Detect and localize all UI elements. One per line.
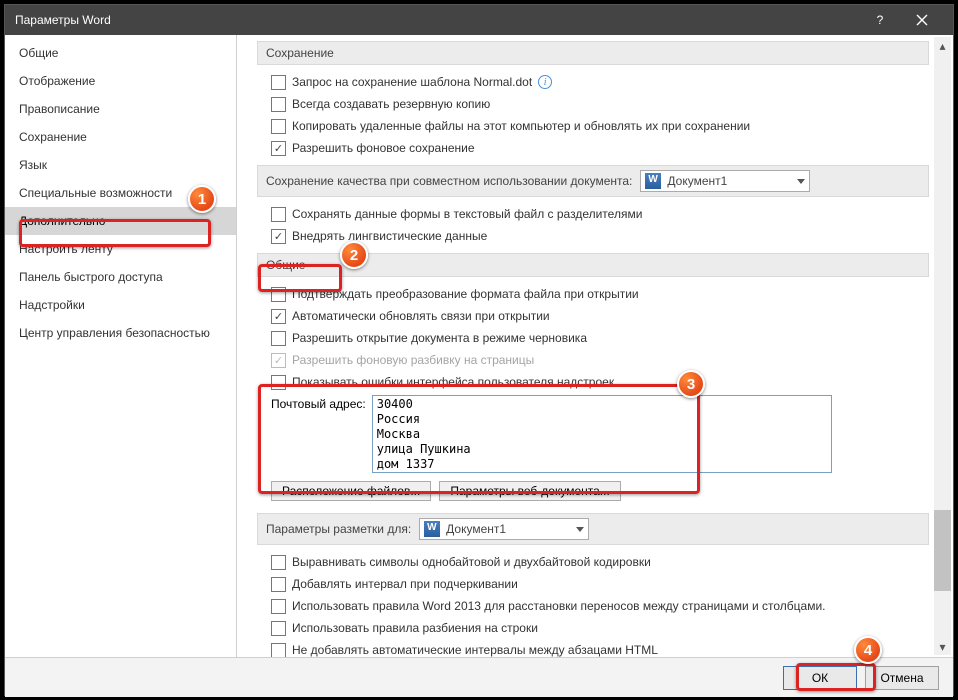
window-title: Параметры Word (15, 13, 859, 27)
sidebar-item-8[interactable]: Панель быстрого доступа (5, 263, 236, 291)
section-quality-label: Сохранение качества при совместном испол… (266, 174, 632, 188)
checkbox[interactable] (271, 97, 286, 112)
doc-icon (645, 173, 661, 189)
chevron-down-icon (576, 527, 584, 532)
layout-doc-name: Документ1 (446, 522, 506, 536)
sidebar-item-4[interactable]: Язык (5, 151, 236, 179)
sidebar-item-1[interactable]: Отображение (5, 67, 236, 95)
callout-4: 4 (854, 636, 882, 664)
mail-address-row: Почтовый адрес: (257, 393, 929, 475)
option-label: Сохранять данные формы в текстовый файл … (292, 207, 642, 221)
sidebar-item-10[interactable]: Центр управления безопасностью (5, 319, 236, 347)
sidebar-item-7[interactable]: Настроить ленту (5, 235, 236, 263)
checkbox[interactable] (271, 119, 286, 134)
checkbox[interactable] (271, 207, 286, 222)
sidebar-item-0[interactable]: Общие (5, 39, 236, 67)
mail-address-input[interactable] (372, 395, 832, 473)
callout-2: 2 (340, 241, 368, 269)
checkbox[interactable] (271, 309, 286, 324)
option-row: Разрешить открытие документа в режиме че… (257, 327, 929, 349)
dialog-footer: ОК Отмена (5, 657, 953, 697)
content-pane: Сохранение Запрос на сохранение шаблона … (237, 35, 953, 657)
chevron-down-icon (797, 179, 805, 184)
option-row: Всегда создавать резервную копию (257, 93, 929, 115)
sidebar: ОбщиеОтображениеПравописаниеСохранениеЯз… (5, 35, 237, 657)
option-label: Использовать правила Word 2013 для расст… (292, 599, 826, 613)
section-layout: Параметры разметки для: Документ1 (257, 513, 929, 545)
sidebar-item-9[interactable]: Надстройки (5, 291, 236, 319)
option-label: Копировать удаленные файлы на этот компь… (292, 119, 750, 133)
checkbox[interactable] (271, 75, 286, 90)
titlebar: Параметры Word ? (5, 5, 953, 35)
doc-icon (424, 521, 440, 537)
option-row: Автоматически обновлять связи при открыт… (257, 305, 929, 327)
vertical-scrollbar[interactable]: ▴ ▾ (934, 37, 951, 655)
callout-3: 3 (677, 370, 705, 398)
section-layout-label: Параметры разметки для: (266, 522, 411, 536)
web-doc-options-button[interactable]: Параметры веб-документа... (439, 481, 620, 501)
info-icon[interactable]: i (538, 75, 552, 89)
option-row: Использовать правила Word 2013 для расст… (257, 595, 929, 617)
option-label: Показывать ошибки интерфейса пользовател… (292, 375, 614, 389)
cancel-button[interactable]: Отмена (865, 666, 939, 690)
option-row: Выравнивать символы однобайтовой и двухб… (257, 551, 929, 573)
option-row: Не добавлять автоматические интервалы ме… (257, 639, 929, 657)
ok-button[interactable]: ОК (783, 666, 857, 690)
option-row: Показывать ошибки интерфейса пользовател… (257, 371, 929, 393)
option-row: Разрешить фоновое сохранение (257, 137, 929, 159)
option-row: Использовать правила разбиения на строки (257, 617, 929, 639)
scroll-thumb[interactable] (934, 510, 951, 592)
option-label: Выравнивать символы однобайтовой и двухб… (292, 555, 651, 569)
option-label: Подтверждать преобразование формата файл… (292, 287, 639, 301)
option-row: Подтверждать преобразование формата файл… (257, 283, 929, 305)
checkbox[interactable] (271, 555, 286, 570)
option-label: Не добавлять автоматические интервалы ме… (292, 643, 658, 657)
scroll-down-arrow[interactable]: ▾ (934, 638, 951, 655)
section-saving-label: Сохранение (266, 46, 334, 60)
option-label: Запрос на сохранение шаблона Normal.dot (292, 75, 532, 89)
section-quality: Сохранение качества при совместном испол… (257, 165, 929, 197)
option-label: Разрешить открытие документа в режиме че… (292, 331, 587, 345)
checkbox[interactable] (271, 643, 286, 658)
option-label: Разрешить фоновое сохранение (292, 141, 475, 155)
option-label: Добавлять интервал при подчеркивании (292, 577, 518, 591)
checkbox[interactable] (271, 599, 286, 614)
section-saving: Сохранение (257, 41, 929, 65)
sidebar-item-3[interactable]: Сохранение (5, 123, 236, 151)
checkbox (271, 353, 286, 368)
checkbox[interactable] (271, 287, 286, 302)
word-options-dialog: Параметры Word ? ОбщиеОтображениеПравопи… (4, 4, 954, 696)
option-row: Сохранять данные формы в текстовый файл … (257, 203, 929, 225)
option-label: Разрешить фоновую разбивку на страницы (292, 353, 534, 367)
file-locations-button[interactable]: Расположение файлов... (271, 481, 431, 501)
checkbox[interactable] (271, 141, 286, 156)
checkbox[interactable] (271, 331, 286, 346)
option-row: Запрос на сохранение шаблона Normal.dot i (257, 71, 929, 93)
sidebar-item-2[interactable]: Правописание (5, 95, 236, 123)
option-label: Внедрять лингвистические данные (292, 229, 487, 243)
option-row: Копировать удаленные файлы на этот компь… (257, 115, 929, 137)
option-row: Добавлять интервал при подчеркивании (257, 573, 929, 595)
option-label: Всегда создавать резервную копию (292, 97, 490, 111)
checkbox[interactable] (271, 375, 286, 390)
scroll-up-arrow[interactable]: ▴ (934, 37, 951, 54)
section-general-label: Общие (266, 258, 305, 272)
callout-1: 1 (188, 185, 216, 213)
layout-doc-select[interactable]: Документ1 (419, 518, 589, 540)
option-label: Автоматически обновлять связи при открыт… (292, 309, 550, 323)
checkbox[interactable] (271, 577, 286, 592)
close-button[interactable] (901, 5, 943, 35)
checkbox[interactable] (271, 621, 286, 636)
quality-doc-name: Документ1 (667, 174, 727, 188)
option-row: Разрешить фоновую разбивку на страницы (257, 349, 929, 371)
option-label: Использовать правила разбиения на строки (292, 621, 538, 635)
checkbox[interactable] (271, 229, 286, 244)
mail-address-label: Почтовый адрес: (271, 395, 366, 411)
help-button[interactable]: ? (859, 5, 901, 35)
quality-doc-select[interactable]: Документ1 (640, 170, 810, 192)
